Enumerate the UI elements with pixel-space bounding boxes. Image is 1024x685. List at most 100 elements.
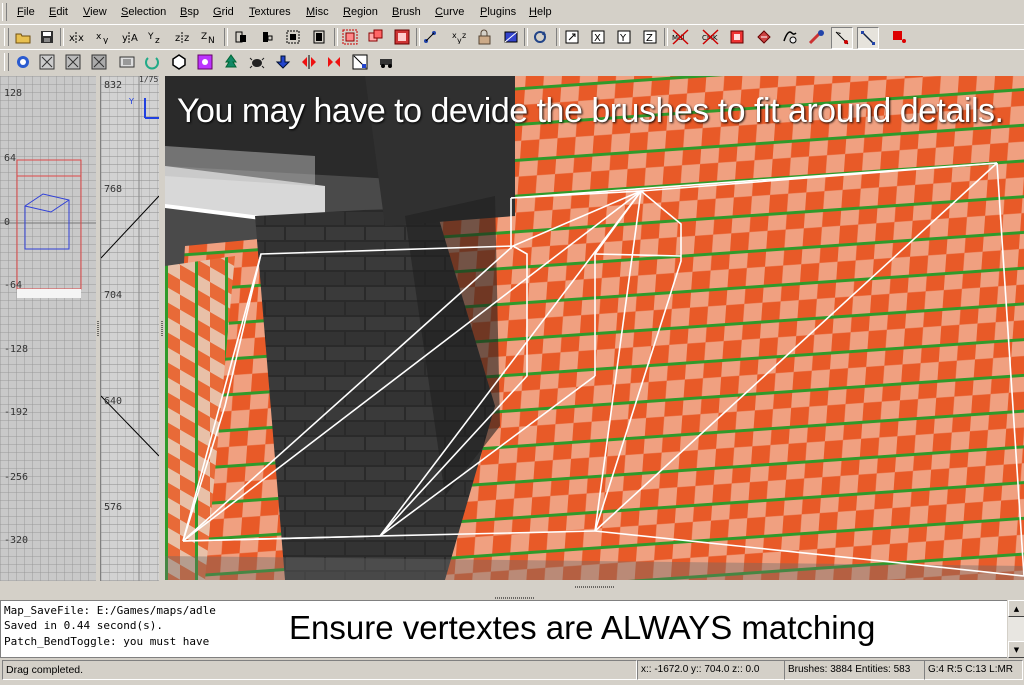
- svg-text:Y: Y: [147, 32, 154, 42]
- z-label: 832: [104, 80, 123, 91]
- camera-icon[interactable]: [531, 28, 549, 46]
- mirror-y-icon[interactable]: [325, 53, 343, 71]
- console-line: Patch_BendToggle: you must have: [4, 635, 210, 648]
- texture-scale-icon[interactable]: [38, 53, 56, 71]
- save-icon[interactable]: [38, 28, 56, 46]
- splitter-horizontal[interactable]: [165, 580, 1024, 600]
- menu-region[interactable]: Region: [343, 6, 378, 18]
- view-z-icon[interactable]: Y: [615, 28, 633, 46]
- flip-x-icon[interactable]: xx: [68, 28, 86, 46]
- show-patches-icon[interactable]: Z: [641, 28, 659, 46]
- status-bar: Drag completed. x:: -1672.0 y:: 704.0 z:…: [0, 658, 1024, 685]
- select-partial-tall-icon[interactable]: [284, 28, 302, 46]
- menu-help[interactable]: Help: [529, 6, 552, 18]
- menu-grid[interactable]: Grid: [213, 6, 234, 18]
- console-line: Saved in 0.44 second(s).: [4, 619, 163, 632]
- svg-text:y: y: [103, 36, 109, 44]
- svg-text:N: N: [208, 36, 215, 44]
- csg-subtract-icon[interactable]: [341, 28, 359, 46]
- status-counts: Brushes: 3884 Entities: 583: [784, 660, 925, 680]
- menu-bar-grip[interactable]: [2, 3, 7, 21]
- menu-brush[interactable]: Brush: [392, 6, 421, 18]
- texture-fit-icon[interactable]: [90, 53, 108, 71]
- console-caption-box: Ensure vertextes are ALWAYS matching: [259, 601, 904, 657]
- status-grid: G:4 R:5 C:13 L:MR: [924, 660, 1023, 680]
- menu-bar: File Edit View Selection Bsp Grid Textur…: [0, 0, 1024, 25]
- cubic-clip-icon[interactable]: [502, 28, 520, 46]
- xy-label: -192: [4, 407, 29, 418]
- filter-icon[interactable]: [857, 27, 879, 49]
- xy-view-drawing: [0, 159, 96, 298]
- view-x-icon[interactable]: [563, 28, 581, 46]
- svg-text:z: z: [175, 33, 180, 44]
- menu-curve[interactable]: Curve: [435, 6, 464, 18]
- record-icon[interactable]: [890, 28, 908, 46]
- entity-list-icon[interactable]: [196, 53, 214, 71]
- select-touching-icon[interactable]: [258, 28, 276, 46]
- open-icon[interactable]: [14, 28, 32, 46]
- camera-view[interactable]: You may have to devide the brushes to fi…: [165, 76, 1024, 580]
- flip-y-icon[interactable]: xy: [95, 28, 113, 46]
- drag-vertices-icon[interactable]: [831, 27, 853, 49]
- bug-icon[interactable]: [248, 53, 266, 71]
- rally-icon[interactable]: [378, 53, 396, 71]
- menu-plugins[interactable]: Plugins: [480, 6, 516, 18]
- brush-primitive-icon[interactable]: [728, 28, 746, 46]
- rotate-z-icon[interactable]: ZN: [200, 28, 218, 46]
- entity-icon[interactable]: [755, 28, 773, 46]
- show-entities-icon[interactable]: MdI: [672, 28, 690, 46]
- xy-view[interactable]: 128 64 0 -64 -128 -192 -256 -320: [0, 76, 97, 581]
- menu-edit[interactable]: Edit: [49, 6, 68, 18]
- rotate-x-icon[interactable]: Yz: [147, 28, 165, 46]
- xy-label: 0: [4, 217, 11, 228]
- xy-label: 128: [4, 88, 23, 99]
- console-line: Map_SaveFile: E:/Games/maps/adle: [4, 604, 216, 617]
- console-log[interactable]: Map_SaveFile: E:/Games/maps/adle Saved i…: [0, 600, 1008, 658]
- flip-z-icon[interactable]: yA: [121, 28, 139, 46]
- menu-file[interactable]: File: [17, 6, 35, 18]
- patch-icon[interactable]: [781, 28, 799, 46]
- no-draw-icon[interactable]: [351, 53, 369, 71]
- arrow-down-icon[interactable]: [274, 53, 292, 71]
- rotate-y-icon[interactable]: zz: [174, 28, 192, 46]
- svg-text:Z: Z: [646, 33, 653, 44]
- main-toolbar: xx xy yA Yz zz ZN xyz X Y Z MdI CMK: [0, 24, 1024, 50]
- hide-icon[interactable]: CMK: [702, 28, 720, 46]
- make-hollow-icon[interactable]: [393, 28, 411, 46]
- select-complete-tall-icon[interactable]: [232, 28, 250, 46]
- tree-icon[interactable]: [222, 53, 240, 71]
- toolbar-grip[interactable]: [4, 28, 9, 46]
- csg-merge-icon[interactable]: [367, 28, 385, 46]
- clipper-icon[interactable]: [421, 28, 439, 46]
- toolbar-grip-2[interactable]: [4, 53, 9, 71]
- console-scrollbar[interactable]: ▲ ▼: [1007, 600, 1024, 658]
- scroll-up-icon[interactable]: ▲: [1008, 600, 1024, 617]
- menu-selection[interactable]: Selection: [121, 6, 166, 18]
- drag-edges-icon[interactable]: [808, 28, 826, 46]
- menu-textures[interactable]: Textures: [249, 6, 291, 18]
- menu-misc[interactable]: Misc: [306, 6, 329, 18]
- view-y-icon[interactable]: X: [589, 28, 607, 46]
- z-label: 640: [104, 396, 123, 407]
- z-view[interactable]: Y 832 768 704 640 576 1/75: [100, 76, 160, 581]
- menu-view[interactable]: View: [83, 6, 107, 18]
- z-label: 576: [104, 502, 123, 513]
- status-message: Drag completed.: [2, 660, 637, 680]
- mirror-x-icon[interactable]: [300, 53, 318, 71]
- texture-rotate-icon[interactable]: [64, 53, 82, 71]
- console-caption: Ensure vertextes are ALWAYS matching: [289, 609, 876, 646]
- change-views-icon[interactable]: xyz: [451, 28, 469, 46]
- z-label: 704: [104, 290, 123, 301]
- svg-text:x: x: [96, 32, 102, 42]
- refresh-icon[interactable]: [14, 53, 32, 71]
- xy-label: 64: [4, 153, 17, 164]
- svg-text:Y: Y: [128, 97, 134, 106]
- cone-icon[interactable]: [143, 53, 161, 71]
- texture-lock-icon[interactable]: [476, 28, 494, 46]
- svg-text:Y: Y: [619, 33, 627, 44]
- scroll-down-icon[interactable]: ▼: [1008, 641, 1024, 658]
- texture-natural-icon[interactable]: [118, 53, 136, 71]
- select-inside-icon[interactable]: [310, 28, 328, 46]
- surface-inspector-icon[interactable]: [170, 53, 188, 71]
- menu-bsp[interactable]: Bsp: [180, 6, 199, 18]
